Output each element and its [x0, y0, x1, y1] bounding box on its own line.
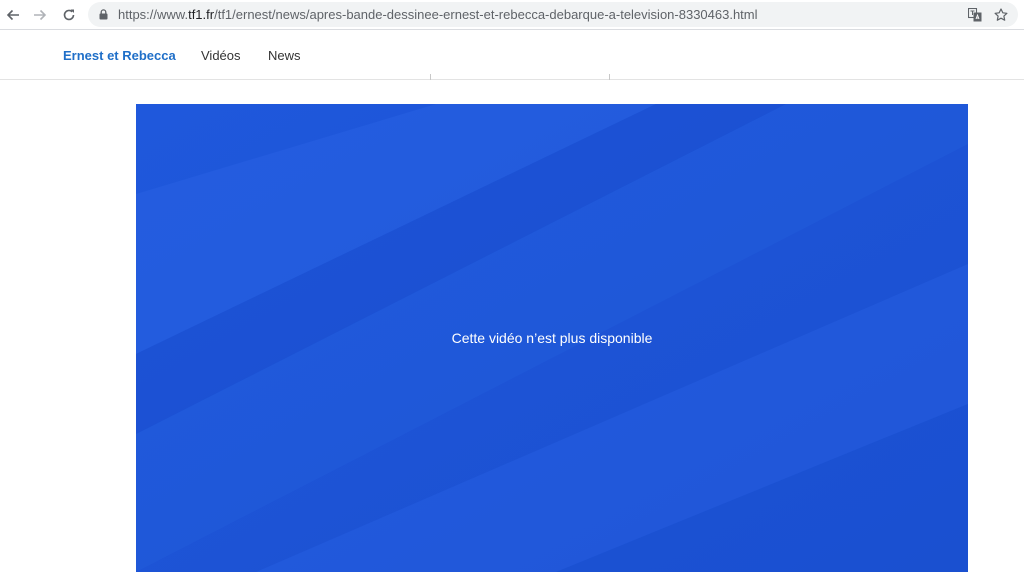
divider-mark [609, 74, 610, 80]
url-path: /tf1/ernest/news/apres-bande-dessinee-er… [214, 7, 758, 22]
arrow-left-icon [6, 9, 19, 21]
url-text: https://www.tf1.fr/tf1/ernest/news/apres… [118, 7, 758, 22]
brand-link[interactable]: Ernest et Rebecca [63, 48, 176, 63]
browser-toolbar: https://www.tf1.fr/tf1/ernest/news/apres… [0, 0, 1024, 30]
lock-icon [99, 9, 108, 20]
arrow-right-icon [34, 9, 47, 21]
divider-mark [430, 74, 431, 80]
video-player[interactable]: Cette vidéo n’est plus disponible [136, 104, 968, 572]
nav-link-videos[interactable]: Vidéos [201, 48, 241, 63]
site-navigation: Ernest et Rebecca Vidéos News [0, 30, 1024, 80]
bookmark-button[interactable] [992, 6, 1010, 24]
video-unavailable-message: Cette vidéo n’est plus disponible [451, 330, 653, 346]
translate-icon [968, 8, 982, 22]
forward-button[interactable] [29, 4, 51, 26]
star-icon [994, 8, 1008, 21]
translate-button[interactable] [966, 6, 984, 24]
reload-button[interactable] [58, 4, 80, 26]
nav-link-news[interactable]: News [268, 48, 301, 63]
url-scheme: https://www. [118, 7, 189, 22]
back-button[interactable] [2, 4, 24, 26]
reload-icon [63, 9, 75, 21]
url-domain: tf1.fr [188, 7, 215, 22]
address-bar[interactable]: https://www.tf1.fr/tf1/ernest/news/apres… [88, 2, 1018, 27]
